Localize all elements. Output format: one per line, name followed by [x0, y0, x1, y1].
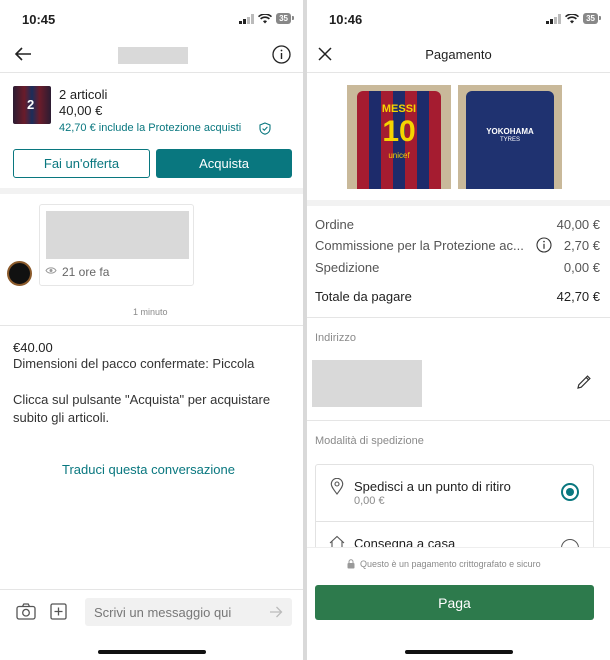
total-label: Totale da pagare	[315, 289, 412, 304]
message-image-placeholder	[46, 211, 189, 259]
section-divider	[307, 200, 610, 206]
shield-check-icon	[259, 122, 271, 135]
section-divider	[0, 188, 303, 194]
map-pin-icon	[330, 478, 344, 495]
status-time: 10:46	[329, 12, 363, 27]
item-image-1[interactable]: MESSI 10 unicef	[347, 85, 451, 189]
send-arrow-icon[interactable]	[269, 606, 283, 618]
battery-icon: 35	[276, 13, 294, 24]
signal-icon	[239, 13, 255, 24]
shipping-cost-label: Spedizione	[315, 260, 380, 275]
item-image-2[interactable]: YOKOHAMA TYRES	[458, 85, 562, 189]
pay-button[interactable]: Paga	[315, 585, 594, 620]
buyer-protection-text[interactable]: 42,70 € include la Protezione acquisti	[59, 122, 241, 134]
avatar[interactable]	[7, 261, 32, 286]
wifi-icon	[565, 13, 580, 23]
item-thumbnail[interactable]: 2	[13, 86, 51, 124]
message-input-placeholder: Scrivi un messaggio qui	[94, 605, 232, 620]
radio-dot	[566, 488, 574, 496]
wifi-icon	[258, 13, 273, 23]
order-label: Ordine	[315, 217, 355, 232]
pickup-option-title: Spedisci a un punto di ritiro	[354, 479, 511, 494]
message-views: 21 ore fa	[62, 265, 110, 279]
fee-value: 2,70 €	[563, 238, 600, 253]
buy-button[interactable]: Acquista	[156, 149, 292, 178]
house-icon	[329, 535, 345, 547]
message-divider	[0, 325, 303, 326]
item-price: 40,00 €	[59, 103, 103, 118]
signal-icon	[546, 13, 562, 24]
header-divider	[0, 72, 303, 73]
status-time: 10:45	[22, 12, 56, 27]
jersey-brand: unicef	[388, 151, 410, 160]
back-arrow-icon[interactable]	[14, 46, 32, 62]
system-message-amount: €40.00	[13, 340, 53, 355]
jersey-sponsor: YOKOHAMA	[486, 127, 534, 136]
payment-screen: 10:46 35 Pagamento MESSI 10 unicef YOKOH…	[307, 0, 610, 660]
info-icon[interactable]	[272, 45, 291, 64]
username-placeholder	[118, 47, 188, 64]
status-icons: 35	[546, 13, 601, 24]
jersey-name: MESSI	[381, 103, 417, 115]
time-divider-text: 1 minuto	[133, 307, 168, 317]
pickup-radio-selected[interactable]	[561, 483, 579, 501]
eye-icon	[45, 267, 57, 274]
pickup-option-price: 0,00 €	[354, 495, 385, 507]
home-indicator	[404, 650, 513, 654]
make-offer-button[interactable]: Fai un'offerta	[13, 149, 150, 178]
system-message-line1: Dimensioni del pacco confermate: Piccola	[13, 356, 255, 371]
address-label: Indirizzo	[315, 332, 356, 344]
lock-icon	[347, 559, 355, 569]
secure-payment-note: Questo è un pagamento crittografato e si…	[360, 559, 541, 569]
add-attachment-icon[interactable]	[50, 603, 67, 620]
message-input[interactable]: Scrivi un messaggio qui	[85, 598, 292, 626]
total-value: 42,70 €	[556, 289, 600, 304]
address-divider	[307, 420, 610, 421]
fee-info-icon[interactable]	[536, 237, 552, 253]
summary-divider	[307, 317, 610, 318]
page-title: Pagamento	[425, 47, 492, 62]
jersey-sponsor-sub: TYRES	[499, 137, 520, 143]
translate-conversation-link[interactable]: Traduci questa conversazione	[62, 462, 235, 477]
home-indicator	[97, 650, 206, 654]
status-bar: 10:46 35	[307, 0, 610, 36]
address-placeholder	[312, 360, 422, 407]
status-icons: 35	[239, 13, 294, 24]
shipping-method-label: Modalità di spedizione	[315, 435, 424, 447]
jersey-number: 10	[382, 115, 416, 148]
thumbnail-count: 2	[27, 97, 35, 112]
shipping-cost-value: 0,00 €	[563, 260, 600, 275]
fee-label: Commissione per la Protezione ac...	[315, 238, 524, 253]
system-message-line2: Clicca sul pulsante "Acquista" per acqui…	[13, 392, 271, 407]
status-bar: 10:45 35	[0, 0, 303, 36]
item-count: 2 articoli	[59, 87, 108, 102]
battery-icon: 35	[583, 13, 601, 24]
edit-pencil-icon[interactable]	[576, 374, 592, 390]
order-value: 40,00 €	[556, 217, 600, 232]
chat-screen: 10:45 35 2 2 articoli 40,00 € 42,70 € in…	[0, 0, 303, 660]
system-message-line3: subito gli articoli.	[13, 410, 110, 425]
camera-icon[interactable]	[16, 603, 36, 620]
composer-divider	[0, 589, 303, 590]
header-divider	[307, 72, 610, 73]
